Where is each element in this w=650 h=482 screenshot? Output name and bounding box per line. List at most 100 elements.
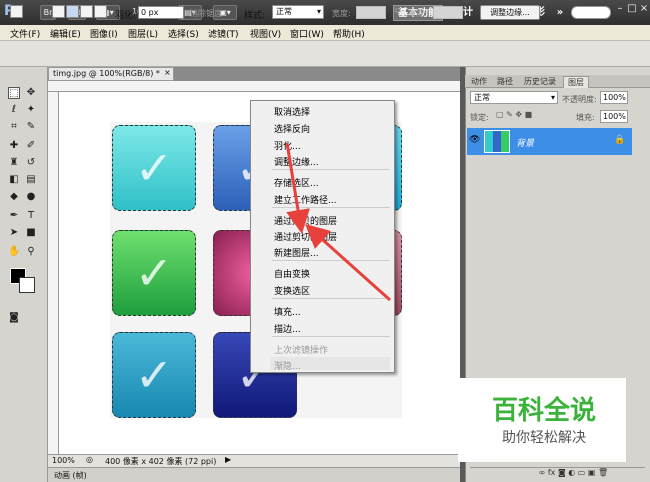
lasso-tool-icon[interactable]: ℓ (8, 104, 20, 116)
tab-history[interactable]: 历史记录 (519, 76, 561, 88)
lock-icon: 🔒 (614, 135, 626, 145)
tab-paths[interactable]: 路径 (493, 76, 517, 88)
close-icon[interactable]: × (638, 3, 650, 15)
type-tool-icon[interactable]: T (25, 210, 37, 222)
width-label: 宽度: (332, 9, 351, 18)
refine-edge-button[interactable]: 调整边缘... (480, 5, 540, 20)
animation-tab[interactable]: 动画 (帧) (54, 470, 87, 481)
menu-separator (272, 169, 390, 170)
path-selection-icon[interactable]: ➤ (8, 227, 20, 239)
menu-filter[interactable]: 滤镜(T) (208, 27, 239, 40)
height-label: 高度: (408, 9, 427, 18)
layer-panel-buttons[interactable]: ∞ fx ◙ ◐ ▭ ▣ 🗑 (470, 467, 645, 480)
zoom-tool-icon[interactable]: ⚲ (25, 246, 37, 258)
layer-name: 背景 (516, 139, 535, 149)
menu-select[interactable]: 选择(S) (168, 27, 199, 40)
chevron-down-icon: ▾ (316, 7, 321, 16)
menu-item-new-layer[interactable]: 新建图层... (274, 246, 319, 259)
minimize-icon[interactable]: – (614, 3, 626, 15)
options-bar (0, 41, 650, 67)
fill-input[interactable]: 100% (600, 110, 628, 123)
menu-item-feather[interactable]: 羽化... (274, 139, 301, 152)
zoom-status[interactable]: 100% (52, 456, 75, 465)
menu-view[interactable]: 视图(V) (250, 27, 281, 40)
watermark-title: 百科全说 (491, 396, 596, 426)
tab-actions[interactable]: 动作 (467, 76, 491, 88)
lock-icons[interactable]: ▢ ✎ ✥ ■ (496, 110, 532, 119)
menu-item-fade: 渐隐... (274, 362, 301, 372)
eye-icon[interactable]: 👁 (469, 135, 480, 145)
vertical-ruler (48, 92, 59, 454)
blur-tool-icon[interactable]: ◆ (8, 191, 20, 203)
menu-item-fill[interactable]: 填充... (274, 305, 301, 318)
document-tab[interactable]: timg.jpg @ 100%(RGB/8) * (48, 67, 174, 81)
menu-item-make-work-path[interactable]: 建立工作路径... (274, 193, 337, 206)
lock-label: 锁定: (470, 113, 489, 122)
clone-stamp-icon[interactable]: ♜ (8, 157, 20, 169)
status-icon: ◎ (86, 455, 93, 464)
maximize-icon[interactable]: □ (626, 3, 638, 15)
gradient-tool-icon[interactable]: ▤ (25, 174, 37, 186)
opacity-input[interactable]: 100% (600, 91, 628, 104)
checkmark-icon: ✓ (134, 348, 174, 402)
brush-tool-icon[interactable]: ✐ (25, 140, 37, 152)
tab-layers[interactable]: 图层 (563, 76, 589, 88)
menu-item-layer-via-cut[interactable]: 通过剪切的图层 (274, 230, 337, 243)
hand-tool-icon[interactable]: ✋ (8, 246, 20, 258)
menu-item-free-transform[interactable]: 自由变换 (274, 267, 310, 280)
background-color-swatch[interactable] (19, 277, 35, 293)
search-input[interactable] (571, 6, 611, 19)
blend-mode-select[interactable]: 正常 ▾ (470, 91, 558, 104)
style-value: 正常 (276, 7, 292, 16)
menu-image[interactable]: 图像(I) (90, 27, 118, 40)
healing-brush-icon[interactable]: ✚ (8, 140, 20, 152)
menu-file[interactable]: 文件(F) (10, 27, 40, 40)
horizontal-ruler (48, 81, 460, 92)
menu-help[interactable]: 帮助(H) (333, 27, 365, 40)
document-size-status: 400 像素 x 402 像素 (72 ppi) (105, 457, 217, 466)
menu-item-stroke[interactable]: 描边... (274, 322, 301, 335)
marquee-preset-icon[interactable] (10, 5, 23, 18)
style-label: 样式: (244, 11, 266, 21)
menu-item-save-selection[interactable]: 存储选区... (274, 176, 319, 189)
menu-layer[interactable]: 图层(L) (128, 27, 158, 40)
checkmark-icon: ✓ (134, 141, 174, 195)
crop-tool-icon[interactable]: ⌗ (8, 121, 20, 133)
feather-label: 羽化: (115, 11, 137, 21)
shape-tool-icon[interactable]: ■ (25, 227, 37, 239)
magic-wand-icon[interactable]: ✦ (25, 104, 37, 116)
eraser-icon[interactable]: ◧ (8, 174, 20, 186)
menu-separator (272, 207, 390, 208)
status-menu-arrow-icon[interactable]: ▶ (225, 455, 231, 464)
menu-item-transform-selection[interactable]: 变换选区 (274, 284, 310, 297)
height-input[interactable] (433, 6, 463, 19)
pen-tool-icon[interactable]: ✒ (8, 210, 20, 222)
subtract-selection-icon[interactable] (80, 5, 93, 18)
menu-item-deselect[interactable]: 取消选择 (274, 105, 310, 118)
move-tool-icon[interactable]: ✥ (25, 87, 37, 99)
add-selection-icon[interactable] (66, 5, 79, 18)
menu-window[interactable]: 窗口(W) (290, 27, 324, 40)
tile-teal: ✓ (112, 332, 196, 418)
more-workspaces-button[interactable]: » (553, 5, 567, 21)
menu-separator (272, 260, 390, 261)
intersect-selection-icon[interactable] (94, 5, 107, 18)
eyedropper-icon[interactable]: ✎ (25, 121, 37, 133)
menu-item-layer-via-copy[interactable]: 通过拷贝的图层 (274, 214, 337, 227)
close-tab-icon[interactable]: × (164, 68, 171, 77)
style-select[interactable]: 正常 ▾ (272, 5, 324, 19)
marquee-tool-icon[interactable]: ⬚ (8, 87, 20, 99)
antialias-checkbox[interactable]: 消除锯齿 (190, 8, 222, 19)
menu-separator (272, 298, 390, 299)
new-selection-icon[interactable] (52, 5, 65, 18)
history-brush-icon[interactable]: ↺ (25, 157, 37, 169)
swap-icon[interactable]: ⇄ (394, 6, 402, 16)
dodge-tool-icon[interactable]: ● (25, 191, 37, 203)
width-input[interactable] (356, 6, 386, 19)
menu-item-inverse[interactable]: 选择反向 (274, 122, 310, 135)
menu-item-refine-edge[interactable]: 调整边缘... (274, 155, 319, 168)
quick-mask-icon[interactable]: ◙ (8, 312, 20, 324)
menu-edit[interactable]: 编辑(E) (50, 27, 81, 40)
watermark-subtitle: 助你轻松解决 (502, 430, 586, 446)
feather-input[interactable]: 0 px (138, 6, 184, 19)
